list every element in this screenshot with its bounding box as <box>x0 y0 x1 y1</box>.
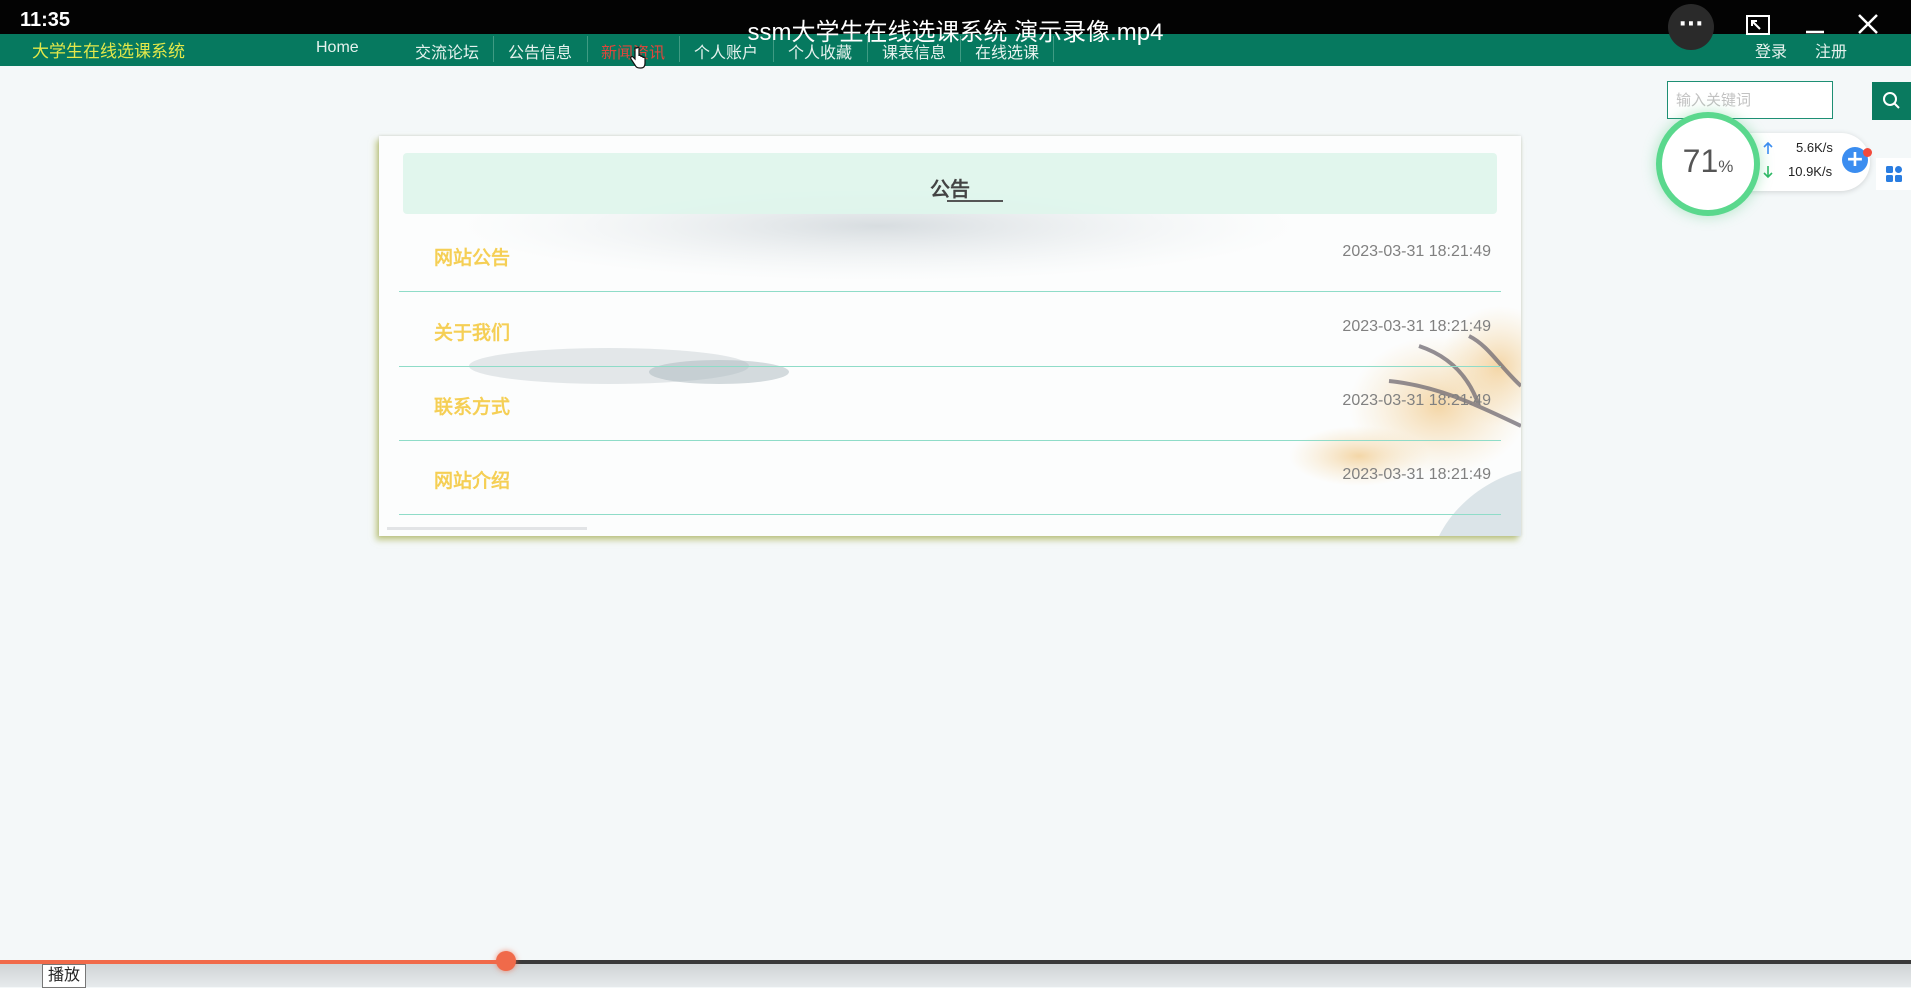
notification-dot <box>1863 148 1872 157</box>
picture-in-picture-icon[interactable] <box>1746 15 1770 35</box>
apps-button[interactable] <box>1876 158 1911 190</box>
more-options-button[interactable]: ··· <box>1668 4 1714 50</box>
title-underline <box>947 200 1003 202</box>
download-arrow-icon <box>1763 166 1773 179</box>
search-icon <box>1883 92 1900 109</box>
announcement-item-date: 2023-03-31 18:21:49 <box>1342 318 1491 335</box>
memory-usage-gauge[interactable]: 71% <box>1662 118 1754 210</box>
upload-speed: 5.6K/s <box>1796 140 1833 155</box>
announcement-title: 公告 <box>930 179 970 201</box>
announcement-item-date: 2023-03-31 18:21:49 <box>1342 466 1491 483</box>
announcement-row[interactable]: 关于我们 2023-03-31 18:21:49 <box>399 292 1501 367</box>
close-icon[interactable] <box>1856 12 1880 36</box>
play-tooltip: 播放 <box>42 964 87 988</box>
card-footer-line <box>387 527 587 530</box>
video-player-titlebar: 11:35 ssm大学生在线选课系统 演示录像.mp4 <box>0 0 1911 46</box>
announcement-item-date: 2023-03-31 18:21:49 <box>1342 392 1491 409</box>
progress-handle[interactable] <box>496 951 516 971</box>
upload-arrow-icon <box>1763 141 1773 154</box>
download-speed: 10.9K/s <box>1788 164 1833 179</box>
announcement-row[interactable]: 网站介绍 2023-03-31 18:21:49 <box>399 440 1501 515</box>
apps-grid-icon <box>1886 166 1902 182</box>
minimize-icon[interactable] <box>1804 12 1826 34</box>
announcement-item-title[interactable]: 关于我们 <box>434 318 510 345</box>
hand-cursor-icon <box>630 46 646 69</box>
announcement-item-title[interactable]: 联系方式 <box>434 392 510 419</box>
announcement-item-title[interactable]: 网站介绍 <box>434 466 510 493</box>
gauge-percent-value: 71 <box>1682 143 1719 179</box>
search-button[interactable] <box>1872 82 1911 120</box>
announcement-row[interactable]: 网站公告 2023-03-31 18:21:49 <box>399 217 1501 292</box>
announcement-item-date: 2023-03-31 18:21:49 <box>1342 243 1491 260</box>
player-control-bar <box>0 964 1911 987</box>
announcement-item-title[interactable]: 网站公告 <box>434 243 510 270</box>
search-input[interactable] <box>1667 81 1833 119</box>
gauge-percent-sign: % <box>1718 157 1734 176</box>
announcement-row[interactable]: 联系方式 2023-03-31 18:21:49 <box>399 366 1501 441</box>
announcement-panel: 公告 网站公告 2023-03-31 18:21:49 关于我们 2023-03… <box>379 136 1521 536</box>
announcement-header: 公告 <box>403 153 1497 214</box>
video-title: ssm大学生在线选课系统 演示录像.mp4 <box>747 19 1164 46</box>
